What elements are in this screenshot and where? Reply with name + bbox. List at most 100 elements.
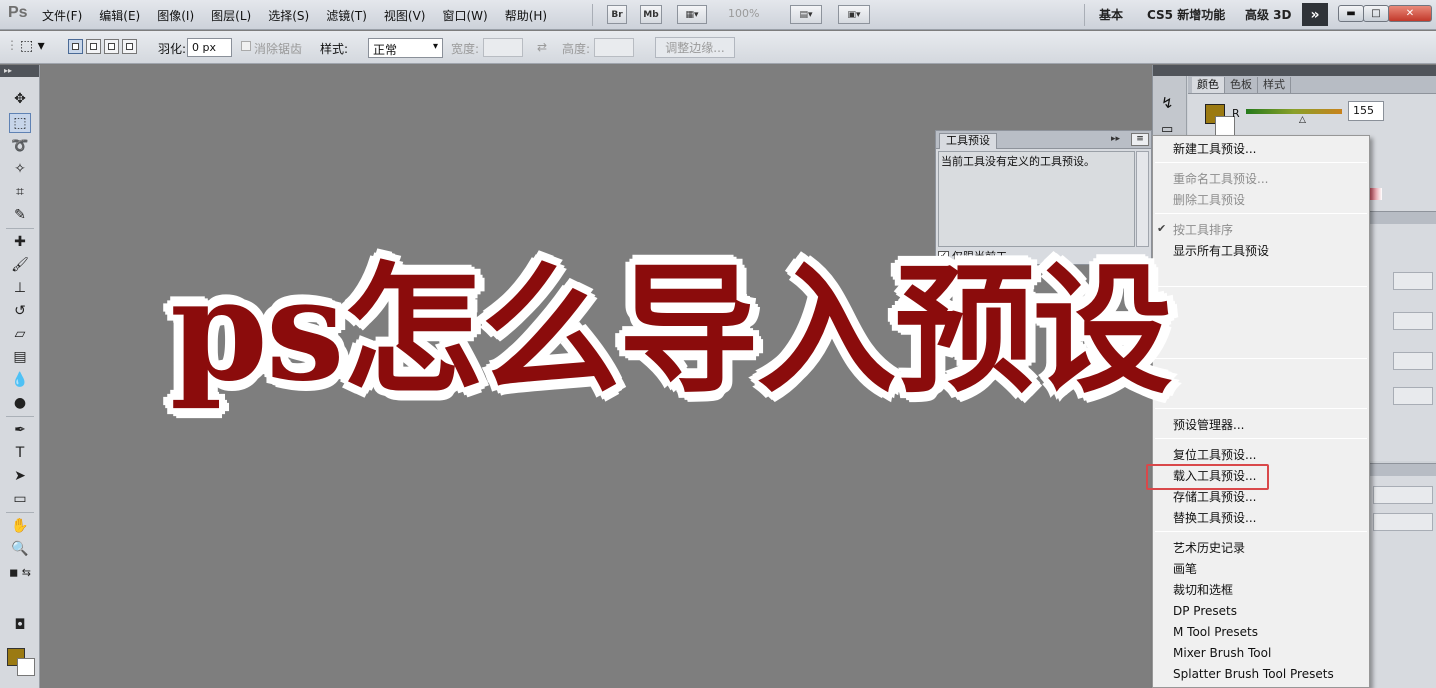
collapse-icon[interactable]: ▸▸ [1111, 134, 1120, 144]
menu-rename-tool-preset[interactable]: 重命名工具预设... [1173, 170, 1268, 188]
tool-presets-list[interactable]: 当前工具没有定义的工具预设。 [938, 151, 1135, 247]
gradient-icon[interactable]: ▤ [9, 347, 31, 367]
height-input[interactable] [594, 38, 634, 57]
workspace-essentials[interactable]: 基本 [1099, 6, 1123, 23]
default-colors-icon[interactable]: ◼ ⇆ [4, 562, 36, 582]
tab-swatches[interactable]: 色板 [1225, 77, 1258, 93]
tab-tool-presets[interactable]: 工具预设 [939, 133, 997, 149]
menu-reset-tool-presets[interactable]: 复位工具预设... [1173, 446, 1256, 464]
menu-view[interactable]: 视图(V) [384, 7, 426, 24]
blur-icon[interactable]: 💧 [9, 370, 31, 390]
menu-filter[interactable]: 滤镜(T) [326, 7, 367, 24]
photoshop-logo: Ps [8, 4, 28, 21]
menu-select[interactable]: 选择(S) [268, 7, 309, 24]
menu-preset-art-history[interactable]: 艺术历史记录 [1173, 539, 1245, 557]
width-input[interactable] [483, 38, 523, 57]
shape-icon[interactable]: ▭ [9, 489, 31, 509]
menu-file[interactable]: 文件(F) [42, 7, 82, 24]
menu-help[interactable]: 帮助(H) [505, 7, 547, 24]
dodge-icon[interactable]: ● [9, 393, 31, 413]
new-selection-icon[interactable] [68, 39, 83, 54]
menu-save-tool-presets[interactable]: 存储工具预设... [1173, 488, 1256, 506]
menu-preset-m-tool-presets[interactable]: M Tool Presets [1173, 623, 1258, 641]
menu-replace-tool-presets[interactable]: 替换工具预设... [1173, 509, 1256, 527]
red-channel-slider[interactable] [1246, 109, 1342, 114]
panel-field[interactable] [1373, 486, 1433, 504]
eraser-icon[interactable]: ▱ [9, 324, 31, 344]
tab-styles[interactable]: 样式 [1258, 77, 1291, 93]
arrange-documents-button[interactable]: ▤▾ [790, 5, 822, 24]
zoom-level[interactable]: 100% [728, 7, 759, 20]
quick-select-icon[interactable]: ✧ [9, 159, 31, 179]
refine-edge-button[interactable]: 调整边缘... [655, 37, 735, 58]
view-extras-button[interactable]: ▦▾ [677, 5, 707, 24]
add-to-selection-icon[interactable] [86, 39, 101, 54]
hand-icon[interactable]: ✋ [9, 516, 31, 536]
crop-icon[interactable]: ⌗ [9, 182, 31, 202]
close-button[interactable]: ✕ [1388, 5, 1432, 22]
menu-preset-splatter-brush[interactable]: Splatter Brush Tool Presets [1173, 665, 1334, 683]
menu-new-tool-preset[interactable]: 新建工具预设... [1173, 140, 1256, 158]
history-icon[interactable]: ↯ [1161, 94, 1174, 112]
panel-menu-icon[interactable]: ≡ [1131, 133, 1149, 146]
intersect-selection-icon[interactable] [122, 39, 137, 54]
menu-separator [1155, 213, 1367, 214]
bridge-button[interactable]: Br [607, 5, 627, 24]
chevron-down-icon: ▾ [432, 41, 438, 52]
menu-preset-brushes[interactable]: 画笔 [1173, 560, 1197, 578]
menu-layer[interactable]: 图层(L) [211, 7, 251, 24]
screen-mode-button[interactable]: ▣▾ [838, 5, 870, 24]
mini-bridge-button[interactable]: Mb [640, 5, 662, 24]
tools-panel-header[interactable]: ▸▸ [0, 65, 39, 77]
feather-label: 羽化: [158, 42, 187, 56]
menu-preset-mixer-brush[interactable]: Mixer Brush Tool [1173, 644, 1271, 662]
menu-edit[interactable]: 编辑(E) [99, 7, 140, 24]
style-label: 样式: [320, 42, 349, 56]
marquee-icon[interactable]: ⬚ [9, 113, 31, 133]
eyedropper-icon[interactable]: ✎ [9, 205, 31, 225]
dock-header[interactable] [1153, 65, 1436, 76]
more-workspaces-button[interactable]: » [1302, 3, 1328, 26]
menu-preset-crop-marquee[interactable]: 裁切和选框 [1173, 581, 1233, 599]
antialias-checkbox[interactable] [241, 41, 251, 51]
quick-mask-icon[interactable]: ◘ [9, 615, 31, 635]
panel-field[interactable] [1393, 272, 1433, 290]
red-channel-input[interactable]: 155 [1348, 101, 1384, 121]
load-presets-highlight-box [1146, 464, 1269, 490]
history-brush-icon[interactable]: ↺ [9, 301, 31, 321]
background-color-swatch[interactable] [17, 658, 35, 676]
slider-thumb-icon[interactable]: △ [1299, 115, 1306, 125]
move-icon[interactable]: ✥ [9, 89, 31, 109]
subtract-from-selection-icon[interactable] [104, 39, 119, 54]
panel-field[interactable] [1393, 352, 1433, 370]
scrollbar[interactable] [1136, 151, 1149, 247]
lasso-icon[interactable]: ➰ [9, 136, 31, 156]
menu-window[interactable]: 窗口(W) [442, 7, 487, 24]
type-icon[interactable]: T [9, 443, 31, 463]
workspace-new-in-cs5[interactable]: CS5 新增功能 [1147, 6, 1225, 23]
maximize-button[interactable]: □ [1363, 5, 1389, 22]
panel-field[interactable] [1393, 312, 1433, 330]
minimize-button[interactable]: ▬ [1338, 5, 1364, 22]
healing-icon[interactable]: ✚ [9, 232, 31, 252]
pen-icon[interactable]: ✒ [9, 420, 31, 440]
workspace-advanced-3d[interactable]: 高级 3D [1245, 6, 1292, 23]
brush-icon[interactable]: 🖌 [9, 255, 31, 275]
stamp-icon[interactable]: ⊥ [9, 278, 31, 298]
menu-separator [1155, 438, 1367, 439]
tab-color[interactable]: 颜色 [1192, 77, 1225, 93]
zoom-icon[interactable]: 🔍 [9, 539, 31, 559]
path-select-icon[interactable]: ➤ [9, 466, 31, 486]
panel-field[interactable] [1393, 387, 1433, 405]
menu-delete-tool-preset[interactable]: 删除工具预设 [1173, 191, 1245, 209]
tool-divider [6, 416, 34, 417]
feather-input[interactable]: 0 px [187, 38, 232, 57]
panel-field[interactable] [1373, 513, 1433, 531]
style-select[interactable]: 正常 ▾ [368, 38, 443, 58]
antialias-label: 消除锯齿 [254, 42, 303, 56]
menubar: Ps 文件(F) 编辑(E) 图像(I) 图层(L) 选择(S) 滤镜(T) 视… [0, 0, 1436, 30]
swap-dimensions-icon[interactable]: ⇄ [537, 40, 547, 54]
menu-image[interactable]: 图像(I) [157, 7, 194, 24]
menu-preset-dp-presets[interactable]: DP Presets [1173, 602, 1237, 620]
tool-preset-picker[interactable]: ⬚ ▾ [20, 38, 45, 54]
